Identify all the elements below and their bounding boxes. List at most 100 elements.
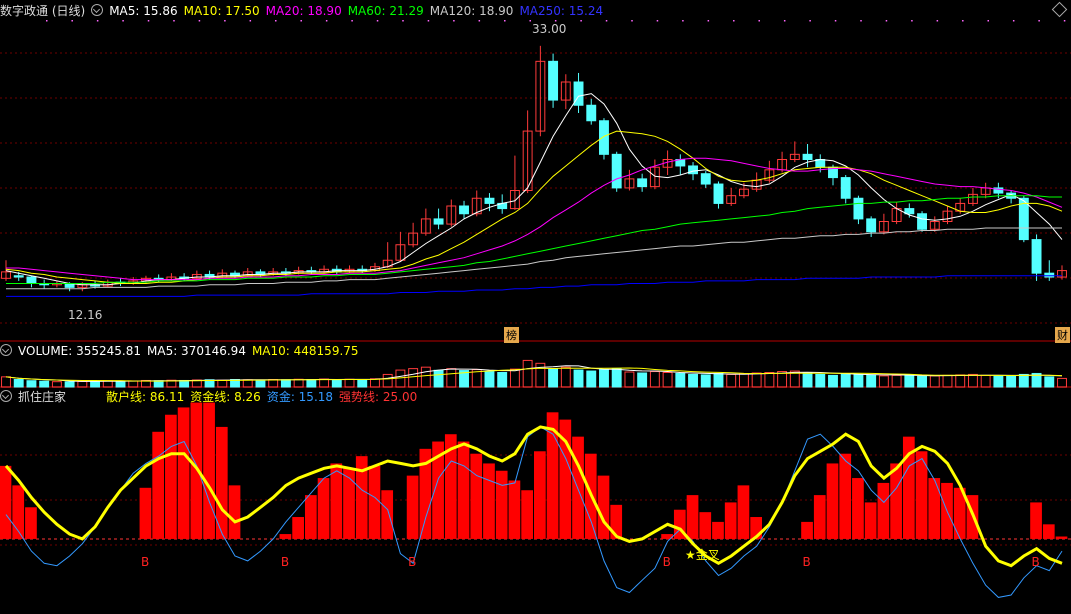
buy-signal: B <box>802 555 811 569</box>
marker-dot <box>707 20 710 22</box>
sanhu-bar <box>25 507 37 539</box>
marker-dot <box>656 20 659 22</box>
sanhu-bar <box>737 485 750 539</box>
marker-dot <box>198 20 201 22</box>
sanhu-bar <box>864 502 877 539</box>
marker-dot <box>783 20 786 22</box>
volume-bar <box>738 373 749 388</box>
volume-ma5-label: MA5: 370146.94 <box>147 344 246 358</box>
sanhu-bar <box>228 485 241 539</box>
marker-dot <box>249 20 252 22</box>
candle-body <box>815 159 826 168</box>
marker-dot <box>478 20 481 22</box>
min-price-label: 12.16 <box>68 308 103 322</box>
buy-signal: B <box>1031 555 1040 569</box>
volume-bar <box>662 372 673 388</box>
sanhu-bar <box>699 512 712 539</box>
volume-bar <box>586 370 597 388</box>
marker-dot <box>631 20 633 22</box>
indicator-panel-header: 抓住庄家 散户线: 86.11 资金线: 8.26 资金: 15.18 强势线: 25.… <box>0 389 423 405</box>
ma120-label: MA120: 18.90 <box>429 4 514 18</box>
volume-bar <box>764 372 775 388</box>
marker-dot <box>46 20 48 22</box>
candle-body <box>637 178 648 188</box>
volume-bar <box>675 372 686 388</box>
volume-bar <box>904 374 915 388</box>
qiangshi-label: 强势线: 25.00 <box>339 390 418 404</box>
bang-tag[interactable]: 榜 <box>504 327 519 343</box>
marker-dot <box>96 20 99 22</box>
collapse-icon[interactable] <box>0 390 12 402</box>
marker-dot <box>402 20 404 22</box>
candle-body <box>611 153 622 189</box>
sanhu-bar <box>852 478 864 539</box>
volume-bar <box>700 374 711 388</box>
volume-ma10-line <box>5 367 1063 382</box>
volume-bar <box>344 378 355 388</box>
sanhu-bar <box>304 495 317 539</box>
candle-body <box>599 120 609 155</box>
collapse-icon[interactable] <box>91 4 104 16</box>
candle-body <box>1031 239 1042 274</box>
sanhu-label: 散户线: 86.11 <box>106 390 185 404</box>
marker-dot <box>936 20 939 22</box>
volume-label: VOLUME: 355245.81 <box>18 344 141 358</box>
ma10-label: MA10: 17.50 <box>183 4 260 18</box>
candle-body <box>840 177 851 199</box>
sanhu-bar <box>724 502 737 539</box>
sanhu-bar <box>139 487 152 539</box>
volume-bar <box>548 368 559 388</box>
volume-bar <box>77 380 88 388</box>
marker-dot <box>529 20 531 22</box>
sanhu-bar <box>190 402 203 539</box>
cai-tag[interactable]: 财 <box>1055 327 1070 343</box>
marker-dot <box>224 20 226 22</box>
candle-body <box>26 276 37 284</box>
indicator-name[interactable]: 抓住庄家 <box>18 390 66 404</box>
marker-dot <box>885 20 888 22</box>
marker-dot <box>860 20 862 22</box>
marker-dot <box>427 20 430 22</box>
volume-bar <box>1006 375 1017 388</box>
candle-body <box>1044 272 1055 278</box>
sanhu-bar <box>177 407 190 539</box>
volume-bar <box>980 374 991 388</box>
stock-title[interactable]: 数字政通 (日线) <box>0 4 85 18</box>
volume-bar <box>573 369 584 388</box>
sanhu-bar <box>712 521 724 539</box>
marker-dot <box>71 20 73 22</box>
sanhu-bar <box>877 482 890 539</box>
volume-bar <box>306 379 317 388</box>
ma20-label: MA20: 18.90 <box>265 4 342 18</box>
max-price-label: 33.00 <box>532 22 567 36</box>
volume-bar <box>878 375 889 388</box>
volume-bar <box>713 372 724 388</box>
volume-bar <box>560 366 571 388</box>
ma250-label: MA250: 15.24 <box>519 4 604 18</box>
marker-dot <box>987 20 989 22</box>
sanhu-bar <box>534 451 546 539</box>
volume-bar <box>331 379 342 388</box>
marker-dot <box>173 20 175 22</box>
marker-dot <box>962 20 964 22</box>
zijin-label: 资金: 15.18 <box>266 390 334 404</box>
marker-dot <box>453 20 455 22</box>
volume-bar <box>726 373 737 388</box>
volume-bar <box>688 373 698 388</box>
ma60-label: MA60: 21.29 <box>347 4 424 18</box>
volume-bar <box>955 374 966 388</box>
volume-bar <box>866 374 877 388</box>
volume-bar <box>433 369 444 388</box>
ma-line-ma10 <box>5 130 1063 284</box>
candle-body <box>713 183 724 204</box>
candle-body <box>700 173 711 185</box>
marker-dot <box>504 20 506 22</box>
marker-dot <box>605 20 608 22</box>
volume-bar <box>967 373 978 388</box>
volume-ma5-line <box>5 365 1063 382</box>
sanhu-bar <box>826 463 839 539</box>
collapse-icon[interactable] <box>0 344 12 356</box>
volume-bar <box>509 368 520 388</box>
volume-bar <box>1 376 11 388</box>
sanhu-bar <box>279 534 292 539</box>
